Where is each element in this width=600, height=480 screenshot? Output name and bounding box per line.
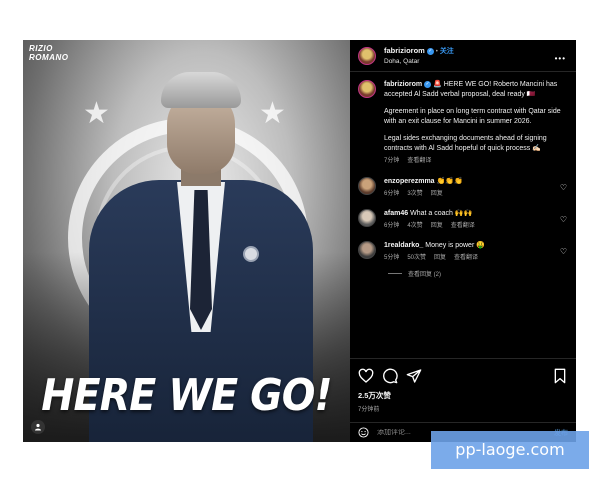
comment-avatar[interactable] — [358, 240, 376, 259]
comment-likes[interactable]: 3次赞 — [407, 189, 422, 199]
share-icon[interactable] — [406, 368, 422, 384]
post-caption: fabriziorom ✓ 🚨 HERE WE GO! Roberto Manc… — [350, 72, 576, 167]
emoji-icon[interactable] — [358, 427, 369, 438]
comment-username[interactable]: enzoperezmma — [384, 178, 435, 185]
comment-time: 6分钟 — [384, 190, 400, 197]
post-side-panel: fabriziorom ✓ • 关注 Doha, Qatar ••• fabri… — [350, 40, 576, 442]
author-avatar[interactable] — [358, 46, 376, 65]
verified-badge-icon: ✓ — [424, 80, 432, 88]
author-username[interactable]: fabriziorom — [384, 46, 425, 55]
caption-text: fabriziorom ✓ 🚨 HERE WE GO! Roberto Manc… — [384, 80, 568, 167]
comment-username[interactable]: afam46 — [384, 210, 408, 217]
view-replies-link[interactable]: 查看回复 (2) — [388, 269, 576, 278]
follow-separator: • — [435, 49, 438, 55]
site-watermark: pp-laoge.com — [431, 431, 589, 469]
instagram-post: ★ ★ RIZIO ROMANO HERE WE GO! fabriziorom… — [23, 40, 576, 442]
author-meta: fabriziorom ✓ • 关注 Doha, Qatar — [384, 46, 454, 65]
comment-likes[interactable]: 50次赞 — [407, 253, 426, 263]
comment-reply-link[interactable]: 回复 — [431, 189, 443, 199]
verified-badge-icon: ✓ — [426, 47, 434, 55]
view-replies-label: 查看回复 (2) — [408, 271, 442, 278]
tagged-user-icon[interactable] — [31, 420, 45, 434]
comment-reply-link[interactable]: 回复 — [431, 221, 443, 231]
caption-username[interactable]: fabriziorom — [384, 81, 422, 88]
heart-icon[interactable]: ♡ — [560, 215, 567, 224]
comment-avatar[interactable] — [358, 176, 376, 195]
heart-icon[interactable] — [358, 368, 374, 384]
bookmark-icon[interactable] — [552, 368, 568, 384]
likes-count[interactable]: 2.5万次赞 — [358, 390, 568, 401]
image-watermark: RIZIO ROMANO — [29, 44, 69, 62]
more-options-icon[interactable]: ••• — [555, 54, 566, 63]
comment-text: Money is power 🤑 — [425, 241, 485, 249]
comment-translate-link[interactable]: 查看翻译 — [451, 221, 475, 231]
comment-item: 1realdarko_ Money is power 🤑 5分钟 50次赞 回复… — [350, 240, 576, 263]
comment-likes[interactable]: 4次赞 — [407, 221, 422, 231]
post-image[interactable]: ★ ★ RIZIO ROMANO HERE WE GO! — [23, 40, 350, 442]
comment-time: 6分钟 — [384, 222, 400, 229]
comment-translate-link[interactable]: 查看翻译 — [454, 253, 478, 263]
comment-icon[interactable] — [382, 368, 398, 384]
post-header: fabriziorom ✓ • 关注 Doha, Qatar ••• — [350, 40, 576, 72]
lapel-pin — [243, 246, 259, 262]
caption-avatar[interactable] — [358, 80, 376, 98]
heart-icon[interactable]: ♡ — [560, 247, 567, 256]
heart-icon[interactable]: ♡ — [560, 183, 567, 192]
comment-text: 👏👏👏 — [436, 177, 463, 185]
reply-divider — [388, 273, 402, 275]
image-headline: HERE WE GO! — [41, 370, 332, 421]
comment-text: What a coach 🙌🙌 — [410, 209, 473, 217]
comment-item: enzoperezmma 👏👏👏 6分钟 3次赞 回复 ♡ — [350, 176, 576, 199]
comment-avatar[interactable] — [358, 208, 376, 227]
caption-translate-link[interactable]: 查看翻译 — [407, 157, 431, 167]
post-age: 7分钟前 — [358, 407, 380, 413]
caption-line-3: Legal sides exchanging documents ahead o… — [384, 135, 547, 152]
caption-line-2: Agreement in place on long term contract… — [384, 108, 561, 125]
caption-time: 7分钟 — [384, 158, 400, 164]
post-location[interactable]: Doha, Qatar — [384, 58, 454, 65]
comment-reply-link[interactable]: 回复 — [434, 253, 446, 263]
follow-button[interactable]: 关注 — [440, 48, 454, 55]
comment-time: 5分钟 — [384, 254, 400, 261]
post-actions: 2.5万次赞 7分钟前 — [350, 358, 576, 421]
comment-username[interactable]: 1realdarko_ — [384, 242, 423, 249]
hair — [161, 72, 241, 108]
comment-item: afam46 What a coach 🙌🙌 6分钟 4次赞 回复 查看翻译 ♡ — [350, 208, 576, 231]
